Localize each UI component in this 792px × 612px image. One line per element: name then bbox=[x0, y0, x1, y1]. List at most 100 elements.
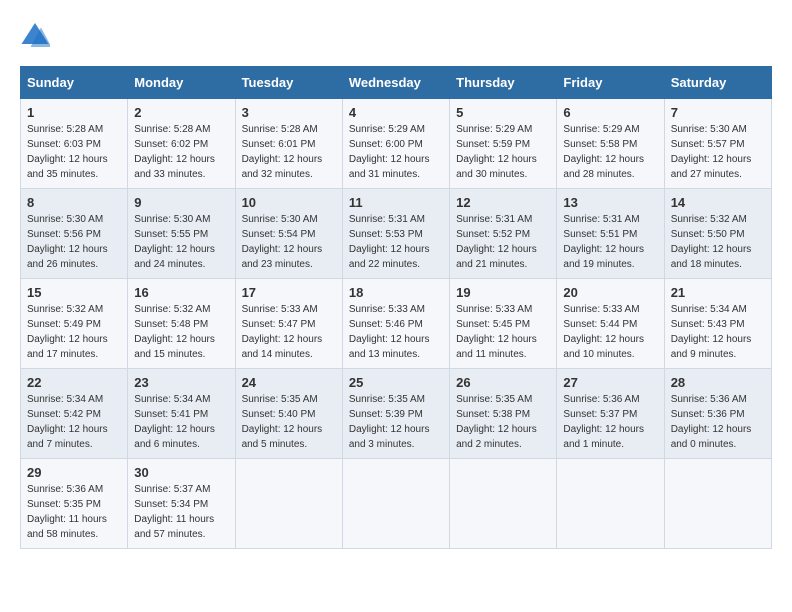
day-number: 28 bbox=[671, 375, 765, 390]
calendar-table: SundayMondayTuesdayWednesdayThursdayFrid… bbox=[20, 66, 772, 549]
day-cell: 29 Sunrise: 5:36 AM Sunset: 5:35 PM Dayl… bbox=[21, 459, 128, 549]
day-cell: 14 Sunrise: 5:32 AM Sunset: 5:50 PM Dayl… bbox=[664, 189, 771, 279]
day-cell: 22 Sunrise: 5:34 AM Sunset: 5:42 PM Dayl… bbox=[21, 369, 128, 459]
calendar-header: SundayMondayTuesdayWednesdayThursdayFrid… bbox=[21, 67, 772, 99]
day-info: Sunrise: 5:37 AM Sunset: 5:34 PM Dayligh… bbox=[134, 484, 214, 540]
day-number: 4 bbox=[349, 105, 443, 120]
day-number: 30 bbox=[134, 465, 228, 480]
day-cell: 6 Sunrise: 5:29 AM Sunset: 5:58 PM Dayli… bbox=[557, 99, 664, 189]
week-row-3: 15 Sunrise: 5:32 AM Sunset: 5:49 PM Dayl… bbox=[21, 279, 772, 369]
day-cell: 10 Sunrise: 5:30 AM Sunset: 5:54 PM Dayl… bbox=[235, 189, 342, 279]
day-number: 6 bbox=[563, 105, 657, 120]
column-header-monday: Monday bbox=[128, 67, 235, 99]
logo bbox=[20, 20, 54, 50]
day-info: Sunrise: 5:34 AM Sunset: 5:41 PM Dayligh… bbox=[134, 394, 215, 450]
day-cell: 11 Sunrise: 5:31 AM Sunset: 5:53 PM Dayl… bbox=[342, 189, 449, 279]
day-info: Sunrise: 5:31 AM Sunset: 5:53 PM Dayligh… bbox=[349, 214, 430, 270]
column-header-saturday: Saturday bbox=[664, 67, 771, 99]
day-number: 29 bbox=[27, 465, 121, 480]
day-cell: 19 Sunrise: 5:33 AM Sunset: 5:45 PM Dayl… bbox=[450, 279, 557, 369]
day-number: 17 bbox=[242, 285, 336, 300]
day-number: 5 bbox=[456, 105, 550, 120]
page-header bbox=[20, 20, 772, 50]
day-number: 26 bbox=[456, 375, 550, 390]
day-number: 3 bbox=[242, 105, 336, 120]
day-number: 19 bbox=[456, 285, 550, 300]
day-number: 1 bbox=[27, 105, 121, 120]
day-number: 15 bbox=[27, 285, 121, 300]
day-info: Sunrise: 5:29 AM Sunset: 6:00 PM Dayligh… bbox=[349, 124, 430, 180]
day-number: 14 bbox=[671, 195, 765, 210]
day-cell: 26 Sunrise: 5:35 AM Sunset: 5:38 PM Dayl… bbox=[450, 369, 557, 459]
day-cell: 1 Sunrise: 5:28 AM Sunset: 6:03 PM Dayli… bbox=[21, 99, 128, 189]
day-cell: 18 Sunrise: 5:33 AM Sunset: 5:46 PM Dayl… bbox=[342, 279, 449, 369]
header-row: SundayMondayTuesdayWednesdayThursdayFrid… bbox=[21, 67, 772, 99]
day-info: Sunrise: 5:36 AM Sunset: 5:36 PM Dayligh… bbox=[671, 394, 752, 450]
day-number: 20 bbox=[563, 285, 657, 300]
day-cell: 7 Sunrise: 5:30 AM Sunset: 5:57 PM Dayli… bbox=[664, 99, 771, 189]
day-info: Sunrise: 5:30 AM Sunset: 5:54 PM Dayligh… bbox=[242, 214, 323, 270]
day-number: 9 bbox=[134, 195, 228, 210]
day-cell bbox=[664, 459, 771, 549]
day-info: Sunrise: 5:36 AM Sunset: 5:35 PM Dayligh… bbox=[27, 484, 107, 540]
logo-icon bbox=[20, 20, 50, 50]
day-number: 12 bbox=[456, 195, 550, 210]
day-cell bbox=[235, 459, 342, 549]
day-number: 16 bbox=[134, 285, 228, 300]
day-cell bbox=[450, 459, 557, 549]
day-number: 13 bbox=[563, 195, 657, 210]
day-info: Sunrise: 5:30 AM Sunset: 5:55 PM Dayligh… bbox=[134, 214, 215, 270]
day-cell: 13 Sunrise: 5:31 AM Sunset: 5:51 PM Dayl… bbox=[557, 189, 664, 279]
day-cell: 15 Sunrise: 5:32 AM Sunset: 5:49 PM Dayl… bbox=[21, 279, 128, 369]
day-number: 8 bbox=[27, 195, 121, 210]
day-info: Sunrise: 5:35 AM Sunset: 5:39 PM Dayligh… bbox=[349, 394, 430, 450]
day-info: Sunrise: 5:32 AM Sunset: 5:49 PM Dayligh… bbox=[27, 304, 108, 360]
day-cell: 30 Sunrise: 5:37 AM Sunset: 5:34 PM Dayl… bbox=[128, 459, 235, 549]
day-cell: 4 Sunrise: 5:29 AM Sunset: 6:00 PM Dayli… bbox=[342, 99, 449, 189]
day-info: Sunrise: 5:32 AM Sunset: 5:50 PM Dayligh… bbox=[671, 214, 752, 270]
day-cell: 16 Sunrise: 5:32 AM Sunset: 5:48 PM Dayl… bbox=[128, 279, 235, 369]
day-cell bbox=[557, 459, 664, 549]
day-cell: 12 Sunrise: 5:31 AM Sunset: 5:52 PM Dayl… bbox=[450, 189, 557, 279]
day-info: Sunrise: 5:33 AM Sunset: 5:47 PM Dayligh… bbox=[242, 304, 323, 360]
day-info: Sunrise: 5:28 AM Sunset: 6:02 PM Dayligh… bbox=[134, 124, 215, 180]
day-number: 21 bbox=[671, 285, 765, 300]
calendar-body: 1 Sunrise: 5:28 AM Sunset: 6:03 PM Dayli… bbox=[21, 99, 772, 549]
day-number: 25 bbox=[349, 375, 443, 390]
column-header-wednesday: Wednesday bbox=[342, 67, 449, 99]
day-info: Sunrise: 5:31 AM Sunset: 5:51 PM Dayligh… bbox=[563, 214, 644, 270]
day-info: Sunrise: 5:33 AM Sunset: 5:45 PM Dayligh… bbox=[456, 304, 537, 360]
day-cell: 21 Sunrise: 5:34 AM Sunset: 5:43 PM Dayl… bbox=[664, 279, 771, 369]
column-header-thursday: Thursday bbox=[450, 67, 557, 99]
day-info: Sunrise: 5:31 AM Sunset: 5:52 PM Dayligh… bbox=[456, 214, 537, 270]
day-info: Sunrise: 5:28 AM Sunset: 6:01 PM Dayligh… bbox=[242, 124, 323, 180]
day-number: 7 bbox=[671, 105, 765, 120]
week-row-1: 1 Sunrise: 5:28 AM Sunset: 6:03 PM Dayli… bbox=[21, 99, 772, 189]
day-number: 23 bbox=[134, 375, 228, 390]
week-row-5: 29 Sunrise: 5:36 AM Sunset: 5:35 PM Dayl… bbox=[21, 459, 772, 549]
day-number: 27 bbox=[563, 375, 657, 390]
day-cell: 28 Sunrise: 5:36 AM Sunset: 5:36 PM Dayl… bbox=[664, 369, 771, 459]
day-number: 11 bbox=[349, 195, 443, 210]
day-cell: 9 Sunrise: 5:30 AM Sunset: 5:55 PM Dayli… bbox=[128, 189, 235, 279]
day-info: Sunrise: 5:35 AM Sunset: 5:40 PM Dayligh… bbox=[242, 394, 323, 450]
day-cell: 25 Sunrise: 5:35 AM Sunset: 5:39 PM Dayl… bbox=[342, 369, 449, 459]
day-info: Sunrise: 5:35 AM Sunset: 5:38 PM Dayligh… bbox=[456, 394, 537, 450]
column-header-sunday: Sunday bbox=[21, 67, 128, 99]
day-number: 18 bbox=[349, 285, 443, 300]
day-info: Sunrise: 5:29 AM Sunset: 5:59 PM Dayligh… bbox=[456, 124, 537, 180]
day-info: Sunrise: 5:29 AM Sunset: 5:58 PM Dayligh… bbox=[563, 124, 644, 180]
day-cell: 5 Sunrise: 5:29 AM Sunset: 5:59 PM Dayli… bbox=[450, 99, 557, 189]
day-info: Sunrise: 5:28 AM Sunset: 6:03 PM Dayligh… bbox=[27, 124, 108, 180]
day-info: Sunrise: 5:33 AM Sunset: 5:46 PM Dayligh… bbox=[349, 304, 430, 360]
day-info: Sunrise: 5:34 AM Sunset: 5:42 PM Dayligh… bbox=[27, 394, 108, 450]
day-cell: 20 Sunrise: 5:33 AM Sunset: 5:44 PM Dayl… bbox=[557, 279, 664, 369]
day-number: 24 bbox=[242, 375, 336, 390]
day-info: Sunrise: 5:30 AM Sunset: 5:57 PM Dayligh… bbox=[671, 124, 752, 180]
day-number: 10 bbox=[242, 195, 336, 210]
column-header-friday: Friday bbox=[557, 67, 664, 99]
day-info: Sunrise: 5:32 AM Sunset: 5:48 PM Dayligh… bbox=[134, 304, 215, 360]
day-cell: 3 Sunrise: 5:28 AM Sunset: 6:01 PM Dayli… bbox=[235, 99, 342, 189]
day-number: 22 bbox=[27, 375, 121, 390]
week-row-4: 22 Sunrise: 5:34 AM Sunset: 5:42 PM Dayl… bbox=[21, 369, 772, 459]
